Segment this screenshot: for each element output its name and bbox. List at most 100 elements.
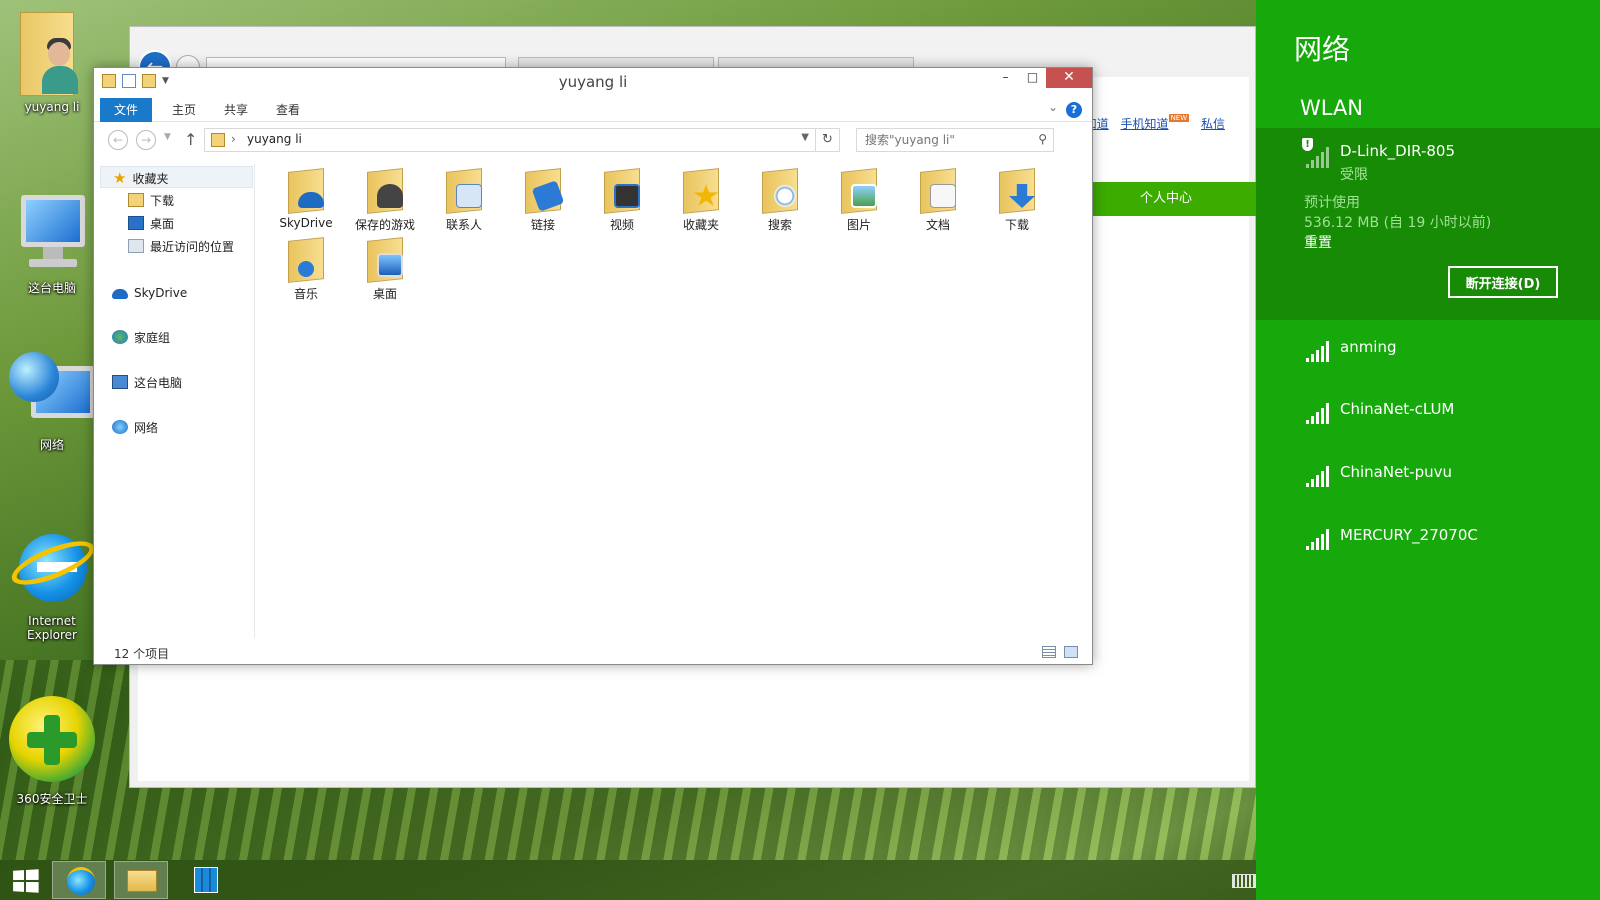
homegroup-icon: [112, 330, 128, 344]
file-explorer-icon: [127, 870, 157, 892]
ribbon-tabs: 文件 主页 共享 查看 ⌄ ?: [94, 98, 1092, 122]
nav-item-favorites[interactable]: ★ 收藏夹: [100, 166, 253, 188]
folder-item-music[interactable]: 音乐: [266, 237, 346, 302]
link-mobile-zhidao[interactable]: 手机知道: [1121, 117, 1169, 131]
network-list-item[interactable]: anming: [1256, 326, 1600, 376]
folder-item-links[interactable]: 链接: [503, 168, 583, 233]
nav-item-downloads[interactable]: 下载: [100, 190, 174, 212]
user-folder-icon: [20, 6, 84, 96]
details-view-icon[interactable]: [1042, 646, 1056, 658]
desktop-icon-ie[interactable]: Internet Explorer: [2, 530, 102, 642]
refresh-icon[interactable]: ↻: [816, 128, 840, 152]
window-controls: – □ ✕: [992, 68, 1092, 88]
folder-label: 图片: [846, 218, 871, 232]
nav-item-desktop[interactable]: 桌面: [100, 213, 174, 235]
folder-label: 联系人: [445, 218, 482, 232]
breadcrumb-separator-icon[interactable]: ›: [231, 132, 236, 146]
folder-item-documents[interactable]: 文档: [898, 168, 978, 233]
maximize-button[interactable]: □: [1019, 68, 1046, 88]
wifi-signal-icon: [1306, 528, 1330, 550]
wifi-signal-icon: [1306, 465, 1330, 487]
desktop-icon: [128, 216, 144, 230]
ie-icon: [67, 867, 95, 895]
help-icon[interactable]: ?: [1066, 102, 1082, 118]
network-ssid: ChinaNet-cLUM: [1340, 400, 1455, 418]
search-input[interactable]: [857, 129, 1027, 151]
network-flyout: 网络 WLAN ! D-Link_DIR-805 受限 预计使用 536.12 …: [1256, 0, 1600, 900]
network-list-item[interactable]: ChinaNet-cLUM: [1256, 388, 1600, 438]
explorer-title-bar[interactable]: ▼ yuyang li – □ ✕: [94, 68, 1092, 98]
documents-folder-icon: [916, 168, 960, 214]
nav-item-homegroup[interactable]: 家庭组: [100, 327, 170, 349]
folder-label: 音乐: [293, 287, 318, 301]
nav-item-label: 网络: [134, 421, 159, 435]
folder-item-favorites[interactable]: 收藏夹: [661, 168, 741, 233]
address-bar[interactable]: › yuyang li ▼: [204, 128, 816, 152]
address-dropdown-icon[interactable]: ▼: [801, 132, 809, 143]
folder-item-contacts[interactable]: 联系人: [424, 168, 504, 233]
forward-icon[interactable]: →: [136, 130, 156, 150]
desktop-icon-this-pc[interactable]: 这台电脑: [2, 195, 102, 296]
expand-ribbon-icon[interactable]: ⌄: [1048, 100, 1058, 114]
user-center-link[interactable]: 个人中心: [1140, 191, 1192, 206]
desktop-icon-label: yuyang li: [24, 100, 80, 114]
tab-view[interactable]: 查看: [262, 98, 314, 122]
videos-folder-icon: [600, 168, 644, 214]
desktop-icon-user-folder[interactable]: yuyang li: [2, 6, 102, 114]
folder-label: 保存的游戏: [354, 218, 415, 232]
skydrive-folder-icon: [284, 168, 328, 214]
search-icon[interactable]: ⚲: [1038, 132, 1047, 146]
nav-item-skydrive[interactable]: SkyDrive: [100, 282, 187, 304]
folder-label: 视频: [609, 218, 634, 232]
network-panel-title: 网络: [1294, 33, 1351, 66]
folder-item-saved-games[interactable]: 保存的游戏: [345, 168, 425, 233]
touch-keyboard-icon[interactable]: [1232, 874, 1256, 888]
connected-network[interactable]: ! D-Link_DIR-805 受限 预计使用 536.12 MB (自 19…: [1256, 128, 1600, 320]
search-box[interactable]: ⚲: [856, 128, 1054, 152]
saved-games-folder-icon: [363, 168, 407, 214]
tab-share[interactable]: 共享: [210, 98, 262, 122]
desktop-icon-network[interactable]: 网络: [2, 352, 102, 453]
network-icon: [9, 352, 95, 432]
folder-label: SkyDrive: [279, 216, 333, 230]
taskbar-explorer-button[interactable]: [114, 861, 168, 899]
folder-item-downloads[interactable]: 下载: [977, 168, 1057, 233]
tab-file[interactable]: 文件: [100, 98, 153, 122]
star-icon: ★: [113, 169, 127, 187]
taskbar-store-button[interactable]: [178, 861, 232, 899]
network-list-item[interactable]: MERCURY_27070C: [1256, 514, 1600, 564]
nav-item-recent[interactable]: 最近访问的位置: [100, 236, 234, 258]
up-arrow-icon[interactable]: ↑: [184, 130, 197, 149]
folder-item-pictures[interactable]: 图片: [819, 168, 899, 233]
network-icon: [112, 420, 128, 434]
back-icon[interactable]: ←: [108, 130, 128, 150]
folder-item-skydrive[interactable]: SkyDrive: [266, 168, 346, 230]
folder-item-desktop[interactable]: 桌面: [345, 237, 425, 302]
browser-top-links: 知道 手机知道 NEW 私信: [1077, 114, 1225, 132]
ie-icon: [6, 530, 100, 610]
new-badge: NEW: [1168, 114, 1190, 122]
connection-status: 受限: [1340, 167, 1368, 183]
computer-icon: [112, 375, 128, 389]
taskbar-ie-button[interactable]: [52, 861, 106, 899]
reset-usage-link[interactable]: 重置: [1304, 232, 1332, 252]
recent-locations-icon[interactable]: ▼: [164, 132, 171, 142]
network-ssid: MERCURY_27070C: [1340, 526, 1478, 544]
breadcrumb-current[interactable]: yuyang li: [247, 132, 302, 146]
minimize-button[interactable]: –: [992, 68, 1019, 88]
network-list-item[interactable]: ChinaNet-puvu: [1256, 451, 1600, 501]
start-button[interactable]: [0, 861, 54, 899]
disconnect-button[interactable]: 断开连接(D): [1448, 266, 1558, 298]
nav-item-this-pc[interactable]: 这台电脑: [100, 372, 182, 394]
folder-item-searches[interactable]: 搜索: [740, 168, 820, 233]
link-private-message[interactable]: 私信: [1201, 117, 1225, 131]
nav-item-label: 这台电脑: [134, 376, 183, 390]
tab-home[interactable]: 主页: [158, 98, 210, 122]
large-icons-view-icon[interactable]: [1064, 646, 1078, 658]
close-button[interactable]: ✕: [1046, 68, 1092, 88]
network-ssid: anming: [1340, 338, 1397, 356]
folder-item-videos[interactable]: 视频: [582, 168, 662, 233]
desktop-icon-360[interactable]: 360安全卫士: [2, 696, 102, 807]
nav-item-network[interactable]: 网络: [100, 417, 158, 439]
skydrive-icon: [112, 289, 128, 299]
